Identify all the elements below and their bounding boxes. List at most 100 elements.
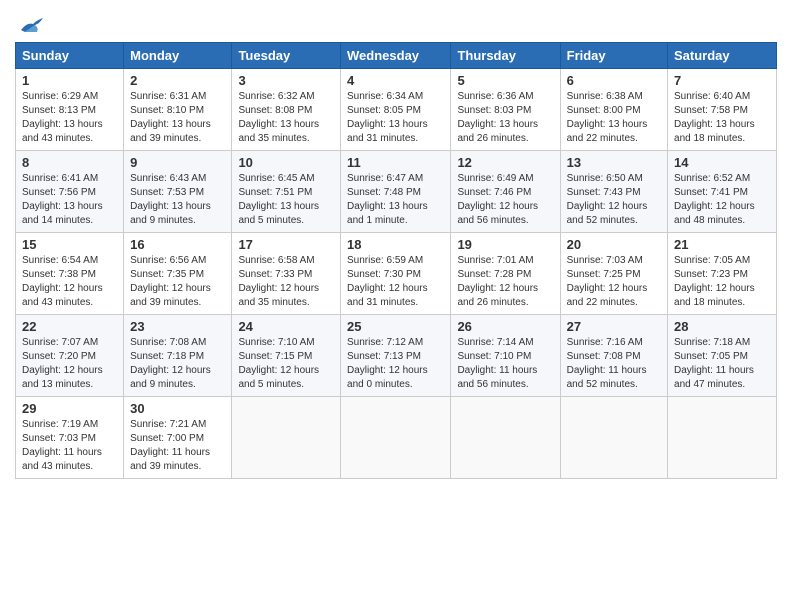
calendar-cell: 30 Sunrise: 7:21 AM Sunset: 7:00 PM Dayli…	[124, 397, 232, 479]
weekday-header-wednesday: Wednesday	[341, 43, 451, 69]
weekday-header-tuesday: Tuesday	[232, 43, 341, 69]
day-info: Sunrise: 6:29 AM Sunset: 8:13 PM Dayligh…	[22, 90, 117, 146]
day-number: 24	[238, 319, 334, 334]
day-info: Sunrise: 6:49 AM Sunset: 7:46 PM Dayligh…	[457, 172, 553, 228]
calendar-cell: 2 Sunrise: 6:31 AM Sunset: 8:10 PM Daylig…	[124, 69, 232, 151]
day-number: 30	[130, 401, 225, 416]
calendar-cell: 9 Sunrise: 6:43 AM Sunset: 7:53 PM Daylig…	[124, 151, 232, 233]
day-number: 6	[567, 73, 661, 88]
day-number: 2	[130, 73, 225, 88]
day-info: Sunrise: 6:32 AM Sunset: 8:08 PM Dayligh…	[238, 90, 334, 146]
logo-bird-icon	[17, 14, 45, 36]
day-number: 4	[347, 73, 444, 88]
day-info: Sunrise: 6:31 AM Sunset: 8:10 PM Dayligh…	[130, 90, 225, 146]
calendar-cell: 8 Sunrise: 6:41 AM Sunset: 7:56 PM Daylig…	[16, 151, 124, 233]
day-number: 29	[22, 401, 117, 416]
day-info: Sunrise: 6:59 AM Sunset: 7:30 PM Dayligh…	[347, 254, 444, 310]
calendar-cell: 18 Sunrise: 6:59 AM Sunset: 7:30 PM Dayli…	[341, 233, 451, 315]
calendar-cell: 4 Sunrise: 6:34 AM Sunset: 8:05 PM Daylig…	[341, 69, 451, 151]
day-info: Sunrise: 6:56 AM Sunset: 7:35 PM Dayligh…	[130, 254, 225, 310]
calendar-cell: 13 Sunrise: 6:50 AM Sunset: 7:43 PM Dayli…	[560, 151, 667, 233]
calendar-cell: 10 Sunrise: 6:45 AM Sunset: 7:51 PM Dayli…	[232, 151, 341, 233]
calendar-cell: 19 Sunrise: 7:01 AM Sunset: 7:28 PM Dayli…	[451, 233, 560, 315]
calendar-week-3: 15Sunrise: 6:54 AM Sunset: 7:38 PM Dayli…	[16, 233, 777, 315]
day-info: Sunrise: 6:38 AM Sunset: 8:00 PM Dayligh…	[567, 90, 661, 146]
day-number: 27	[567, 319, 661, 334]
day-info: Sunrise: 7:21 AM Sunset: 7:00 PM Dayligh…	[130, 418, 225, 474]
weekday-header-saturday: Saturday	[668, 43, 777, 69]
calendar-week-5: 29 Sunrise: 7:19 AM Sunset: 7:03 PM Dayli…	[16, 397, 777, 479]
calendar-cell: 6 Sunrise: 6:38 AM Sunset: 8:00 PM Daylig…	[560, 69, 667, 151]
day-number: 22	[22, 319, 117, 334]
weekday-header-friday: Friday	[560, 43, 667, 69]
day-number: 14	[674, 155, 770, 170]
calendar-cell: 26 Sunrise: 7:14 AM Sunset: 7:10 PM Dayli…	[451, 315, 560, 397]
calendar-cell	[451, 397, 560, 479]
calendar-cell	[341, 397, 451, 479]
day-info: Sunrise: 6:41 AM Sunset: 7:56 PM Dayligh…	[22, 172, 117, 228]
day-info: Sunrise: 7:10 AM Sunset: 7:15 PM Dayligh…	[238, 336, 334, 392]
header	[15, 10, 777, 34]
day-info: Sunrise: 7:05 AM Sunset: 7:23 PM Dayligh…	[674, 254, 770, 310]
calendar-cell	[232, 397, 341, 479]
day-number: 7	[674, 73, 770, 88]
day-number: 19	[457, 237, 553, 252]
day-number: 12	[457, 155, 553, 170]
calendar-week-4: 22 Sunrise: 7:07 AM Sunset: 7:20 PM Dayli…	[16, 315, 777, 397]
day-number: 28	[674, 319, 770, 334]
day-number: 20	[567, 237, 661, 252]
calendar-cell: 29 Sunrise: 7:19 AM Sunset: 7:03 PM Dayli…	[16, 397, 124, 479]
day-info: Sunrise: 6:47 AM Sunset: 7:48 PM Dayligh…	[347, 172, 444, 228]
day-number: 8	[22, 155, 117, 170]
calendar-cell: 12 Sunrise: 6:49 AM Sunset: 7:46 PM Dayli…	[451, 151, 560, 233]
calendar-cell: 22 Sunrise: 7:07 AM Sunset: 7:20 PM Dayli…	[16, 315, 124, 397]
day-info: Sunrise: 7:12 AM Sunset: 7:13 PM Dayligh…	[347, 336, 444, 392]
day-number: 11	[347, 155, 444, 170]
day-info: Sunrise: 7:18 AM Sunset: 7:05 PM Dayligh…	[674, 336, 770, 392]
day-info: Sunrise: 7:14 AM Sunset: 7:10 PM Dayligh…	[457, 336, 553, 392]
calendar-cell: 11 Sunrise: 6:47 AM Sunset: 7:48 PM Dayli…	[341, 151, 451, 233]
day-number: 9	[130, 155, 225, 170]
day-number: 21	[674, 237, 770, 252]
day-info: Sunrise: 7:19 AM Sunset: 7:03 PM Dayligh…	[22, 418, 117, 474]
day-number: 5	[457, 73, 553, 88]
calendar-cell: 20Sunrise: 7:03 AM Sunset: 7:25 PM Dayli…	[560, 233, 667, 315]
day-info: Sunrise: 7:16 AM Sunset: 7:08 PM Dayligh…	[567, 336, 661, 392]
calendar-cell: 3 Sunrise: 6:32 AM Sunset: 8:08 PM Daylig…	[232, 69, 341, 151]
day-number: 17	[238, 237, 334, 252]
weekday-header-sunday: Sunday	[16, 43, 124, 69]
calendar-cell: 27 Sunrise: 7:16 AM Sunset: 7:08 PM Dayli…	[560, 315, 667, 397]
calendar-cell: 24 Sunrise: 7:10 AM Sunset: 7:15 PM Dayli…	[232, 315, 341, 397]
calendar-week-2: 8 Sunrise: 6:41 AM Sunset: 7:56 PM Daylig…	[16, 151, 777, 233]
calendar-cell: 16 Sunrise: 6:56 AM Sunset: 7:35 PM Dayli…	[124, 233, 232, 315]
calendar-table: SundayMondayTuesdayWednesdayThursdayFrid…	[15, 42, 777, 479]
day-info: Sunrise: 6:45 AM Sunset: 7:51 PM Dayligh…	[238, 172, 334, 228]
calendar-cell: 25Sunrise: 7:12 AM Sunset: 7:13 PM Dayli…	[341, 315, 451, 397]
day-number: 3	[238, 73, 334, 88]
day-info: Sunrise: 6:36 AM Sunset: 8:03 PM Dayligh…	[457, 90, 553, 146]
calendar-cell: 21 Sunrise: 7:05 AM Sunset: 7:23 PM Dayli…	[668, 233, 777, 315]
day-info: Sunrise: 7:07 AM Sunset: 7:20 PM Dayligh…	[22, 336, 117, 392]
day-number: 18	[347, 237, 444, 252]
calendar-cell: 7 Sunrise: 6:40 AM Sunset: 7:58 PM Daylig…	[668, 69, 777, 151]
day-info: Sunrise: 6:34 AM Sunset: 8:05 PM Dayligh…	[347, 90, 444, 146]
calendar-header-row: SundayMondayTuesdayWednesdayThursdayFrid…	[16, 43, 777, 69]
day-info: Sunrise: 6:50 AM Sunset: 7:43 PM Dayligh…	[567, 172, 661, 228]
day-info: Sunrise: 6:58 AM Sunset: 7:33 PM Dayligh…	[238, 254, 334, 310]
weekday-header-thursday: Thursday	[451, 43, 560, 69]
main-container: SundayMondayTuesdayWednesdayThursdayFrid…	[0, 0, 792, 489]
calendar-week-1: 1 Sunrise: 6:29 AM Sunset: 8:13 PM Daylig…	[16, 69, 777, 151]
calendar-cell: 5 Sunrise: 6:36 AM Sunset: 8:03 PM Daylig…	[451, 69, 560, 151]
day-number: 23	[130, 319, 225, 334]
day-info: Sunrise: 7:08 AM Sunset: 7:18 PM Dayligh…	[130, 336, 225, 392]
day-info: Sunrise: 6:43 AM Sunset: 7:53 PM Dayligh…	[130, 172, 225, 228]
day-number: 13	[567, 155, 661, 170]
day-number: 16	[130, 237, 225, 252]
day-info: Sunrise: 6:40 AM Sunset: 7:58 PM Dayligh…	[674, 90, 770, 146]
day-number: 26	[457, 319, 553, 334]
day-number: 1	[22, 73, 117, 88]
day-info: Sunrise: 7:01 AM Sunset: 7:28 PM Dayligh…	[457, 254, 553, 310]
day-number: 10	[238, 155, 334, 170]
day-number: 15	[22, 237, 117, 252]
logo	[15, 14, 45, 34]
